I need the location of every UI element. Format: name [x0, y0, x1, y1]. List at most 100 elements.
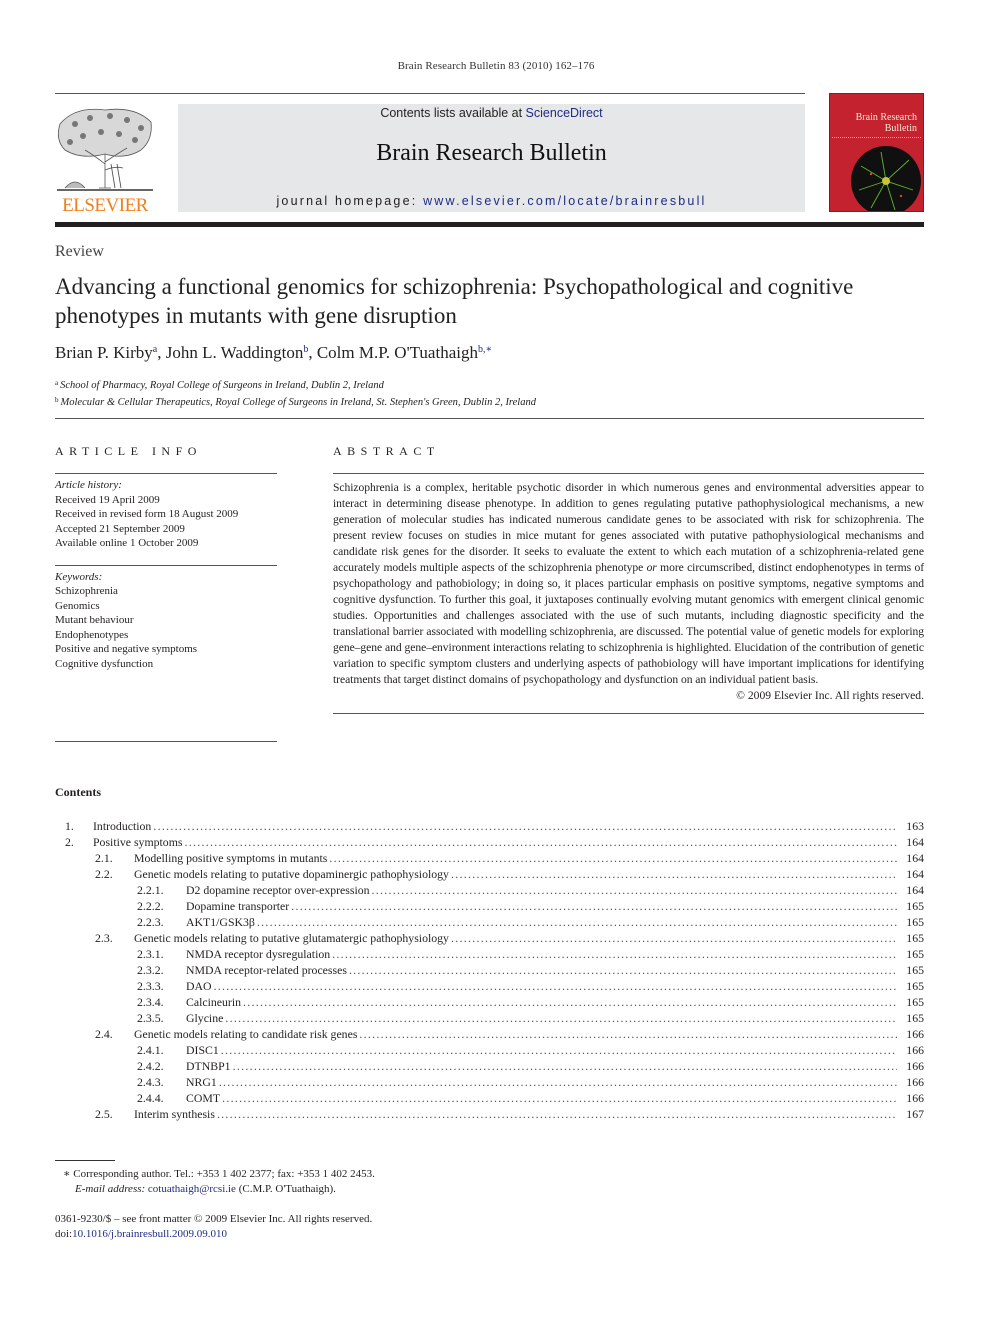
toc-entry-number: 2.3.: [95, 931, 113, 945]
toc-leader-dots: [257, 914, 897, 930]
toc-entry[interactable]: 2.2.3. AKT1/GSK3β 165: [55, 914, 924, 930]
toc-entry[interactable]: 2.4.3. NRG1 166: [55, 1074, 924, 1090]
doi-prefix: doi:: [55, 1228, 73, 1240]
journal-homepage-line: journal homepage: www.elsevier.com/locat…: [178, 194, 805, 208]
toc-entry-number: 2.1.: [95, 851, 113, 865]
homepage-prefix: journal homepage:: [276, 194, 424, 208]
toc-entry-title: COMT: [186, 1091, 221, 1105]
toc-entry[interactable]: 2.3. Genetic models relating to putative …: [55, 930, 924, 946]
toc-entry-number: 2.4.4.: [137, 1091, 164, 1105]
toc-leader-dots: [243, 994, 897, 1010]
toc-entry-number: 2.4.1.: [137, 1043, 164, 1057]
keyword: Mutant behaviour: [55, 614, 134, 626]
toc-leader-dots: [225, 1010, 897, 1026]
toc-leader-dots: [233, 1058, 897, 1074]
journal-cover-image[interactable]: Brain Research Bulletin: [829, 93, 924, 212]
sciencedirect-link[interactable]: ScienceDirect: [526, 106, 603, 120]
affiliation: b Molecular & Cellular Therapeutics, Roya…: [55, 393, 536, 410]
toc-entry[interactable]: 2.1. Modelling positive symptoms in mutan…: [55, 850, 924, 866]
toc-entry[interactable]: 2.4. Genetic models relating to candidate…: [55, 1026, 924, 1042]
toc-entry-number: 2.2.1.: [137, 883, 164, 897]
toc-entry[interactable]: 2.3.2. NMDA receptor-related processes 165: [55, 962, 924, 978]
footnote-rule: [55, 1160, 115, 1161]
toc-entry-page: 166: [906, 1075, 924, 1089]
neuron-icon: [858, 151, 914, 211]
doi-line: doi:10.1016/j.brainresbull.2009.09.010: [55, 1227, 372, 1242]
toc-entry-number: 2.2.2.: [137, 899, 164, 913]
journal-homepage-link[interactable]: www.elsevier.com/locate/brainresbull: [423, 194, 706, 208]
toc-entry-page: 164: [906, 851, 924, 865]
toc-leader-dots: [329, 850, 897, 866]
elsevier-wordmark: ELSEVIER: [62, 195, 148, 216]
toc-entry-number: 2.4.3.: [137, 1075, 164, 1089]
abstract-copyright: © 2009 Elsevier Inc. All rights reserved…: [736, 689, 924, 702]
toc-entry[interactable]: 1. Introduction 163: [55, 818, 924, 834]
toc-entry-page: 165: [906, 915, 924, 929]
affiliation: a School of Pharmacy, Royal College of Su…: [55, 376, 536, 393]
toc-entry[interactable]: 2.3.1. NMDA receptor dysregulation 165: [55, 946, 924, 962]
cover-neuron-image: [851, 146, 921, 211]
toc-entry-title: NMDA receptor-related processes: [186, 963, 347, 977]
toc-entry-page: 164: [906, 867, 924, 881]
history-item: Available online 1 October 2009: [55, 537, 199, 549]
toc-entry[interactable]: 2.5. Interim synthesis 167: [55, 1106, 924, 1122]
doi-link[interactable]: 10.1016/j.brainresbull.2009.09.010: [72, 1228, 227, 1240]
toc-entry-page: 165: [906, 899, 924, 913]
cover-title: Brain Research Bulletin: [856, 112, 917, 134]
toc-entry-title: Genetic models relating to putative dopa…: [134, 867, 449, 881]
history-item: Accepted 21 September 2009: [55, 522, 185, 535]
toc-entry-page: 165: [906, 979, 924, 993]
toc-entry[interactable]: 2.3.5. Glycine 165: [55, 1010, 924, 1026]
toc-leader-dots: [222, 1090, 897, 1106]
toc-entry[interactable]: 2.3.4. Calcineurin 165: [55, 994, 924, 1010]
toc-entry-title: DISC1: [186, 1043, 219, 1057]
email-label: E-mail address:: [75, 1182, 148, 1195]
author-separator: ,: [157, 343, 166, 362]
author-separator: ,: [308, 343, 317, 362]
toc-entry-number: 2.3.3.: [137, 979, 164, 993]
author-affiliation-mark[interactable]: b,∗: [478, 344, 492, 355]
running-head: Brain Research Bulletin 83 (2010) 162–17…: [397, 60, 595, 72]
toc-entry-title: Positive symptoms: [93, 835, 183, 849]
toc-entry-number: 2.3.1.: [137, 947, 164, 961]
toc-entry-title: Genetic models relating to putative glut…: [134, 931, 449, 945]
toc-entry-number: 2.2.: [95, 867, 113, 881]
toc-entry[interactable]: 2.4.2. DTNBP1 166: [55, 1058, 924, 1074]
toc-entry[interactable]: 2.3.3. DAO 165: [55, 978, 924, 994]
author-list: Brian P. Kirbya, John L. Waddingtonb, Co…: [55, 343, 492, 363]
toc-entry[interactable]: 2.4.4. COMT 166: [55, 1090, 924, 1106]
toc-leader-dots: [217, 1106, 897, 1122]
corresponding-author-note: ∗ Corresponding author. Tel.: +353 1 402…: [63, 1168, 375, 1180]
toc-entry-page: 165: [906, 947, 924, 961]
abstract-text: Schizophrenia is a complex, heritable ps…: [333, 480, 924, 688]
toc-entry[interactable]: 2.2.1. D2 dopamine receptor over-expressi…: [55, 882, 924, 898]
table-of-contents: 1.Introduction1632.Positive symptoms1642…: [55, 818, 924, 1122]
keywords-label: Keywords:: [55, 570, 103, 583]
email-link[interactable]: cotuathaigh@rcsi.ie: [148, 1183, 236, 1195]
history-item: Received in revised form 18 August 2009: [55, 508, 239, 520]
toc-entry-page: 167: [906, 1107, 924, 1121]
toc-entry-page: 164: [906, 835, 924, 849]
affiliation-mark: a: [55, 379, 59, 387]
toc-entry-page: 165: [906, 995, 924, 1009]
toc-entry[interactable]: 2.2. Genetic models relating to putative …: [55, 866, 924, 882]
toc-leader-dots: [291, 898, 897, 914]
affiliation-text: Molecular & Cellular Therapeutics, Royal…: [60, 397, 536, 408]
toc-entry-number: 2.4.: [95, 1027, 113, 1041]
abstract-rule: [333, 473, 924, 474]
toc-entry-number: 2.5.: [95, 1107, 113, 1121]
toc-entry[interactable]: 2.4.1. DISC1 166: [55, 1042, 924, 1058]
article-history: Article history: Received 19 April 2009 …: [55, 478, 277, 551]
masthead-top-rule: [55, 93, 805, 94]
abstract-bottom-rule: [333, 713, 924, 714]
toc-entry-page: 166: [906, 1059, 924, 1073]
front-matter: 0361-9230/$ – see front matter © 2009 El…: [55, 1212, 372, 1242]
toc-entry[interactable]: 2.2.2. Dopamine transporter 165: [55, 898, 924, 914]
keywords: Keywords: Schizophrenia Genomics Mutant …: [55, 570, 277, 672]
toc-entry-title: DAO: [186, 979, 212, 993]
elsevier-logo[interactable]: ELSEVIER: [55, 104, 155, 216]
toc-entry[interactable]: 2. Positive symptoms 164: [55, 834, 924, 850]
footnotes: ∗ Corresponding author. Tel.: +353 1 402…: [63, 1167, 375, 1196]
abstract-emphasis: or: [646, 561, 657, 574]
toc-leader-dots: [221, 1042, 897, 1058]
